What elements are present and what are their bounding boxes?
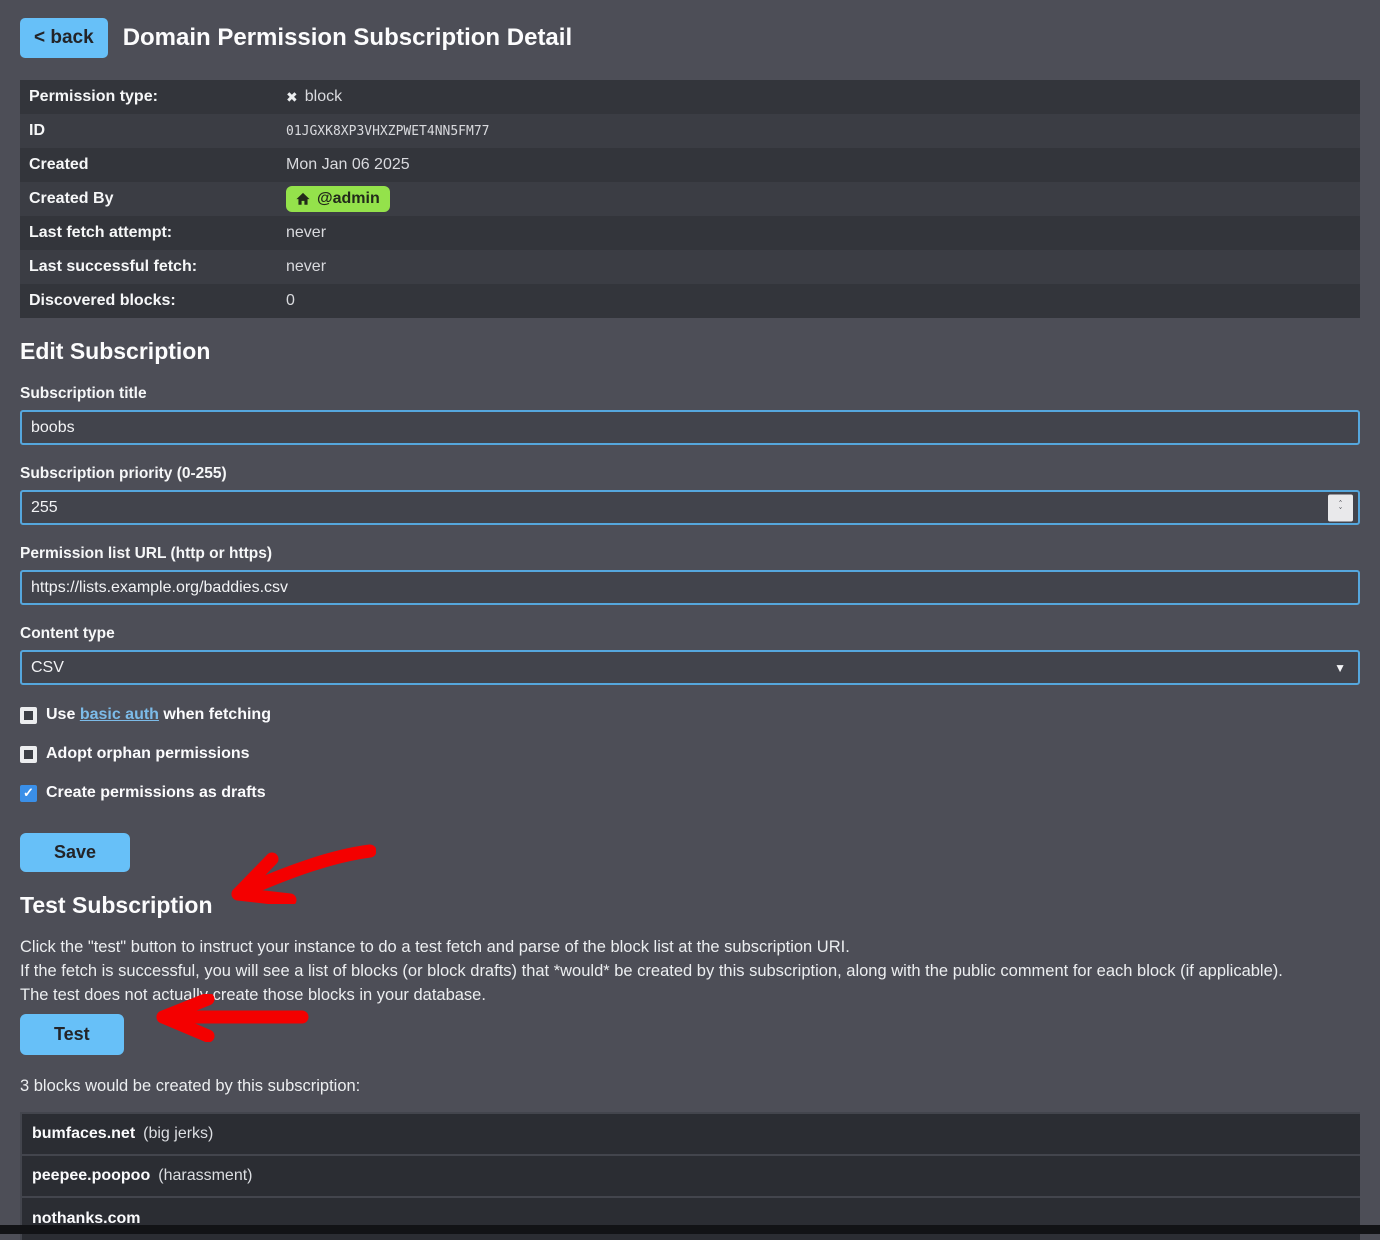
test-button[interactable]: Test bbox=[20, 1014, 124, 1055]
block-row: peepee.poopoo (harassment) bbox=[22, 1156, 1360, 1198]
info-row-created: Created Mon Jan 06 2025 bbox=[20, 148, 1360, 182]
create-drafts-checkbox-row: ✓ Create permissions as drafts bbox=[20, 784, 1360, 802]
info-label: ID bbox=[20, 122, 286, 140]
test-description-line: The test does not actually create those … bbox=[20, 983, 1360, 1007]
test-description: Click the "test" button to instruct your… bbox=[20, 935, 1360, 1007]
adopt-orphan-checkbox[interactable] bbox=[20, 746, 37, 763]
info-label: Created By bbox=[20, 190, 286, 208]
test-result-summary: 3 blocks would be created by this subscr… bbox=[20, 1077, 1360, 1096]
info-value: @admin bbox=[286, 186, 390, 212]
basic-auth-label: Use basic auth when fetching bbox=[46, 706, 271, 724]
info-label: Discovered blocks: bbox=[20, 292, 286, 310]
test-description-line: If the fetch is successful, you will see… bbox=[20, 959, 1360, 983]
create-drafts-label: Create permissions as drafts bbox=[46, 784, 266, 802]
number-spinner[interactable]: ˄ ˅ bbox=[1328, 494, 1353, 521]
created-by-badge[interactable]: @admin bbox=[286, 186, 390, 212]
basic-auth-checkbox[interactable] bbox=[20, 707, 37, 724]
permission-list-url-label: Permission list URL (http or https) bbox=[20, 545, 1360, 563]
info-row-last-fetch-attempt: Last fetch attempt: never bbox=[20, 216, 1360, 250]
home-icon bbox=[296, 192, 310, 206]
test-result-block-list: bumfaces.net (big jerks) peepee.poopoo (… bbox=[20, 1112, 1360, 1240]
subscription-info-table: Permission type: ✖ block ID 01JGXK8XP3VH… bbox=[20, 80, 1360, 318]
subscription-priority-field: ˄ ˅ bbox=[20, 490, 1360, 525]
basic-auth-link[interactable]: basic auth bbox=[80, 706, 159, 723]
subscription-title-input[interactable] bbox=[20, 410, 1360, 445]
last-successful-fetch-value: never bbox=[286, 258, 326, 276]
info-row-last-successful-fetch: Last successful fetch: never bbox=[20, 250, 1360, 284]
test-description-line: Click the "test" button to instruct your… bbox=[20, 935, 1360, 959]
permission-type-value: block bbox=[305, 88, 342, 106]
last-fetch-attempt-value: never bbox=[286, 224, 326, 242]
discovered-blocks-value: 0 bbox=[286, 292, 295, 310]
test-subscription-heading: Test Subscription bbox=[20, 892, 1360, 919]
info-label: Last successful fetch: bbox=[20, 258, 286, 276]
content-type-select[interactable]: CSV ▼ bbox=[20, 650, 1360, 685]
info-row-discovered-blocks: Discovered blocks: 0 bbox=[20, 284, 1360, 318]
subscription-id-value: 01JGXK8XP3VHXZPWET4NN5FM77 bbox=[286, 124, 490, 139]
info-label: Permission type: bbox=[20, 88, 286, 106]
page-title: Domain Permission Subscription Detail bbox=[123, 24, 572, 52]
back-button[interactable]: < back bbox=[20, 18, 108, 58]
adopt-orphan-label: Adopt orphan permissions bbox=[46, 745, 250, 763]
spinner-down-icon[interactable]: ˅ bbox=[1339, 508, 1343, 515]
page-bottom-edge bbox=[0, 1225, 1380, 1234]
info-row-id: ID 01JGXK8XP3VHXZPWET4NN5FM77 bbox=[20, 114, 1360, 148]
basic-auth-checkbox-row: Use basic auth when fetching bbox=[20, 706, 1360, 724]
info-label: Last fetch attempt: bbox=[20, 224, 286, 242]
subscription-priority-label: Subscription priority (0-255) bbox=[20, 465, 1360, 483]
created-date-value: Mon Jan 06 2025 bbox=[286, 156, 410, 174]
subscription-title-label: Subscription title bbox=[20, 385, 1360, 403]
info-value: ✖ block bbox=[286, 88, 342, 106]
edit-subscription-heading: Edit Subscription bbox=[20, 338, 1360, 365]
block-row: bumfaces.net (big jerks) bbox=[22, 1114, 1360, 1156]
domain-permission-subscription-detail-page: < back Domain Permission Subscription De… bbox=[0, 0, 1380, 1240]
block-comment: (harassment) bbox=[158, 1167, 252, 1185]
content-type-label: Content type bbox=[20, 625, 1360, 643]
save-button[interactable]: Save bbox=[20, 833, 130, 872]
page-header: < back Domain Permission Subscription De… bbox=[20, 18, 1360, 58]
info-label: Created bbox=[20, 156, 286, 174]
block-domain: bumfaces.net bbox=[32, 1125, 135, 1143]
create-drafts-checkbox[interactable]: ✓ bbox=[20, 785, 37, 802]
created-by-username: @admin bbox=[317, 190, 380, 208]
block-domain: peepee.poopoo bbox=[32, 1167, 150, 1185]
content-type-selected-value: CSV bbox=[31, 659, 64, 677]
subscription-priority-input[interactable] bbox=[20, 490, 1360, 525]
info-row-created-by: Created By @admin bbox=[20, 182, 1360, 216]
block-comment: (big jerks) bbox=[143, 1125, 213, 1143]
adopt-orphan-checkbox-row: Adopt orphan permissions bbox=[20, 745, 1360, 763]
chevron-down-icon: ▼ bbox=[1334, 661, 1346, 675]
permission-list-url-input[interactable] bbox=[20, 570, 1360, 605]
info-row-permission-type: Permission type: ✖ block bbox=[20, 80, 1360, 114]
block-x-icon: ✖ bbox=[286, 89, 298, 106]
